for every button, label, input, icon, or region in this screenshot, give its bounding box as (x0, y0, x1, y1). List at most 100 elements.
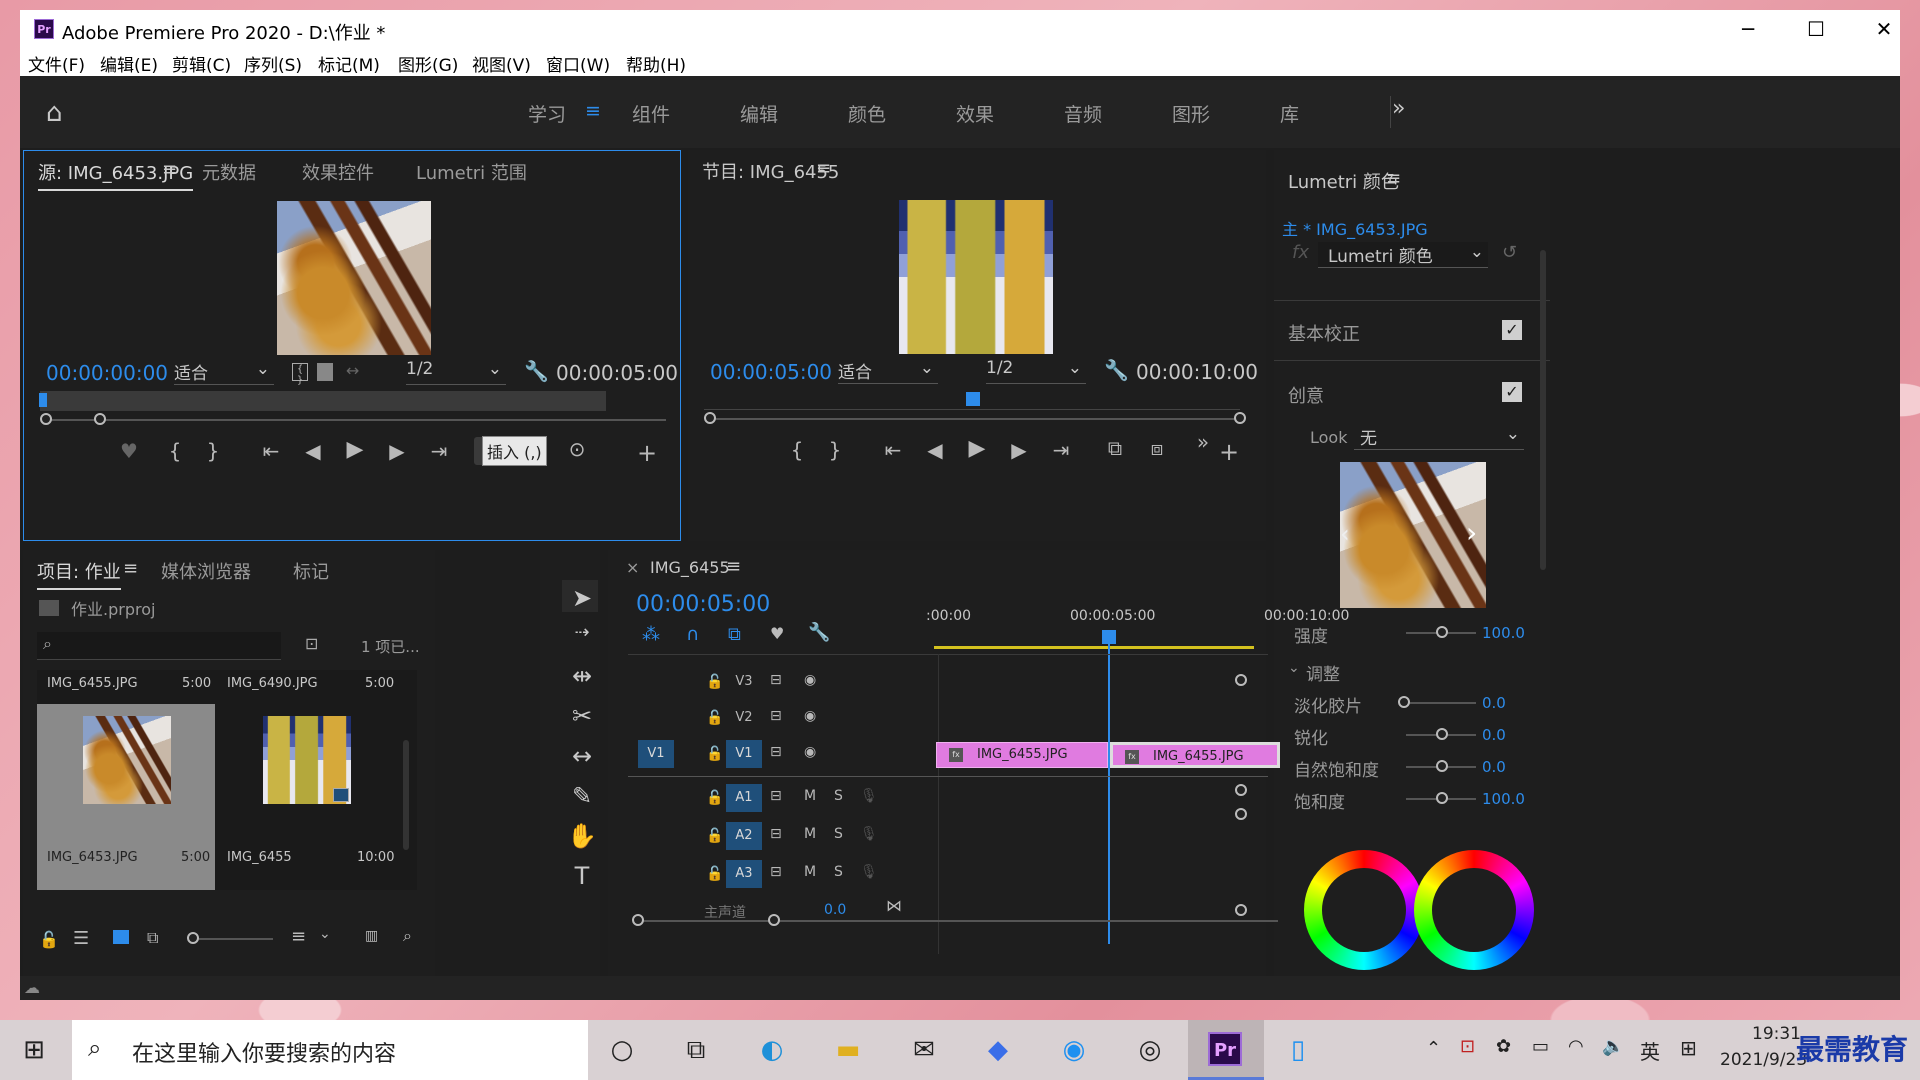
linked-selection-icon[interactable]: ⧉ (728, 624, 741, 645)
chevron-down-icon[interactable]: ⌄ (1288, 660, 1300, 676)
mail-icon[interactable]: ✉ (904, 1032, 944, 1068)
lock-icon[interactable]: 🔓 (706, 710, 723, 726)
track-scroll-knob[interactable] (1235, 784, 1247, 796)
project-search-input[interactable]: ⌕ (37, 632, 281, 660)
dingtalk-icon[interactable]: ◉ (1054, 1032, 1094, 1068)
program-fit-dropdown[interactable]: 适合 ⌄ (838, 358, 938, 384)
extract-button[interactable]: ⧈ (1142, 436, 1172, 460)
zoom-left-handle[interactable] (704, 412, 716, 424)
sharpen-handle[interactable] (1436, 728, 1448, 740)
lock-icon[interactable]: 🔓 (706, 828, 723, 844)
timeline-clip[interactable]: fx IMG_6455.JPG (936, 742, 1108, 768)
app-icon[interactable]: ◎ (1130, 1032, 1170, 1068)
timeline-zoom-bar[interactable] (638, 920, 1278, 922)
wrench-icon[interactable]: 🔧 (524, 359, 549, 383)
workspace-menu-icon[interactable]: ≡ (585, 100, 601, 122)
project-menu-icon[interactable]: ≡ (123, 558, 138, 579)
mark-out-icon[interactable]: } (198, 439, 228, 463)
tab-media-browser[interactable]: 媒体浏览器 (161, 558, 251, 584)
mute-button[interactable]: M (804, 864, 816, 880)
basic-correction-checkbox[interactable]: ✓ (1502, 320, 1522, 340)
wrench-icon[interactable]: 🔧 (808, 622, 830, 643)
menu-help[interactable]: 帮助(H) (626, 51, 686, 76)
menu-graphics[interactable]: 图形(G) (398, 51, 458, 76)
hand-tool-icon[interactable]: ✋ (562, 822, 602, 850)
sync-lock-icon[interactable]: ⊟ (770, 864, 782, 880)
mark-in-icon[interactable]: { (160, 439, 190, 463)
program-timecode[interactable]: 00:00:05:00 (710, 360, 832, 384)
solo-button[interactable]: S (834, 864, 843, 880)
timeline-playhead[interactable] (1102, 630, 1116, 644)
tab-metadata[interactable]: 元数据 (202, 159, 256, 185)
previous-look-icon[interactable]: ‹ (1340, 520, 1350, 548)
timeline-clip-selected[interactable]: fx IMG_6455.JPG (1110, 742, 1280, 768)
mark-out-icon[interactable]: } (820, 438, 850, 462)
camera-icon[interactable]: ⊙ (562, 437, 592, 461)
windows-start-icon[interactable]: ⊞ (14, 1032, 54, 1068)
source-playhead[interactable] (39, 393, 47, 407)
automate-icon[interactable]: ▥ (365, 928, 378, 944)
file-explorer-icon[interactable]: ▬ (828, 1032, 868, 1068)
battery-icon[interactable]: ▭ (1532, 1036, 1549, 1057)
program-playhead[interactable] (966, 392, 980, 406)
track-label-v1[interactable]: V1 (726, 740, 762, 768)
eye-icon[interactable]: ◉ (804, 672, 816, 688)
lumetri-menu-icon[interactable]: ≡ (1386, 168, 1401, 189)
faded-film-slider[interactable] (1406, 702, 1476, 704)
step-forward-icon[interactable]: ▶ (382, 439, 412, 463)
vibrance-value[interactable]: 0.0 (1482, 758, 1506, 776)
program-zoom-bar[interactable] (710, 418, 1240, 420)
new-bin-icon[interactable]: ⊡ (305, 634, 318, 653)
list-view-icon[interactable]: ☰ (73, 928, 89, 949)
workspace-color[interactable]: 颜色 (848, 100, 886, 127)
premiere-taskbar-button[interactable]: Pr (1188, 1020, 1264, 1080)
lumetri-scrollbar[interactable] (1540, 250, 1546, 570)
sync-lock-icon[interactable]: ⊟ (770, 744, 782, 760)
track-scroll-knob[interactable] (1235, 808, 1247, 820)
microphone-icon[interactable]: 🎙 (860, 826, 878, 842)
add-button-icon[interactable]: + (1214, 438, 1244, 466)
workspace-graphics[interactable]: 图形 (1172, 100, 1210, 127)
workspace-learn[interactable]: 学习 (528, 100, 566, 127)
program-menu-icon[interactable]: ≡ (816, 158, 831, 179)
go-to-out-icon[interactable]: ⇥ (1046, 438, 1076, 462)
workspace-libraries[interactable]: 库 (1280, 100, 1299, 127)
lock-icon[interactable]: 🔓 (706, 674, 723, 690)
menu-marker[interactable]: 标记(M) (318, 51, 380, 76)
lumetri-effect-dropdown[interactable]: Lumetri 颜色 ⌄ (1318, 242, 1488, 268)
source-fit-dropdown[interactable]: 适合 ⌄ (174, 359, 274, 385)
minimize-button[interactable]: ─ (1720, 14, 1776, 44)
zoom-right-handle[interactable] (768, 914, 780, 926)
creative-header[interactable]: 创意 (1288, 382, 1324, 408)
source-patch-v1[interactable]: V1 (638, 740, 674, 768)
mark-in-icon[interactable]: { (782, 438, 812, 462)
master-track[interactable]: 主声道 0.0 (704, 902, 904, 922)
project-item[interactable]: IMG_6455 10:00 (217, 704, 397, 890)
creative-cloud-icon[interactable]: ☁ (24, 978, 40, 997)
lock-icon[interactable]: 🔓 (706, 790, 723, 806)
saturation-handle[interactable] (1436, 792, 1448, 804)
intensity-handle[interactable] (1436, 626, 1448, 638)
play-icon[interactable]: ▶ (962, 436, 992, 461)
insert-marker-icon[interactable]: { } (292, 363, 308, 386)
lock-icon[interactable]: 🔓 (39, 930, 59, 949)
solo-button[interactable]: S (834, 826, 843, 842)
track-scroll-knob[interactable] (1235, 674, 1247, 686)
microphone-icon[interactable]: 🎙 (860, 864, 878, 880)
tab-lumetri-scopes[interactable]: Lumetri 范围 (416, 159, 527, 185)
sharpen-value[interactable]: 0.0 (1482, 726, 1506, 744)
menu-window[interactable]: 窗口(W) (546, 51, 610, 76)
track-label-a2[interactable]: A2 (726, 822, 762, 850)
lumetri-title[interactable]: Lumetri 颜色 (1288, 168, 1399, 194)
source-time-ruler[interactable] (40, 391, 606, 411)
trim-icon[interactable]: ↔ (346, 361, 359, 380)
look-dropdown[interactable]: 无 ⌄ (1354, 424, 1524, 450)
keyboard-icon[interactable]: ⊞ (1680, 1036, 1697, 1060)
microphone-icon[interactable]: 🎙 (860, 788, 878, 804)
workspace-more-button[interactable]: » (1392, 96, 1405, 121)
sort-icon[interactable]: ≡ (291, 926, 306, 947)
clock-time[interactable]: 19:31 (1752, 1024, 1801, 1044)
work-area-bar[interactable] (934, 646, 1254, 649)
cortana-icon[interactable]: ○ (602, 1032, 642, 1068)
taskbar-search-box[interactable]: ⌕ 在这里输入你要搜索的内容 (72, 1020, 588, 1080)
